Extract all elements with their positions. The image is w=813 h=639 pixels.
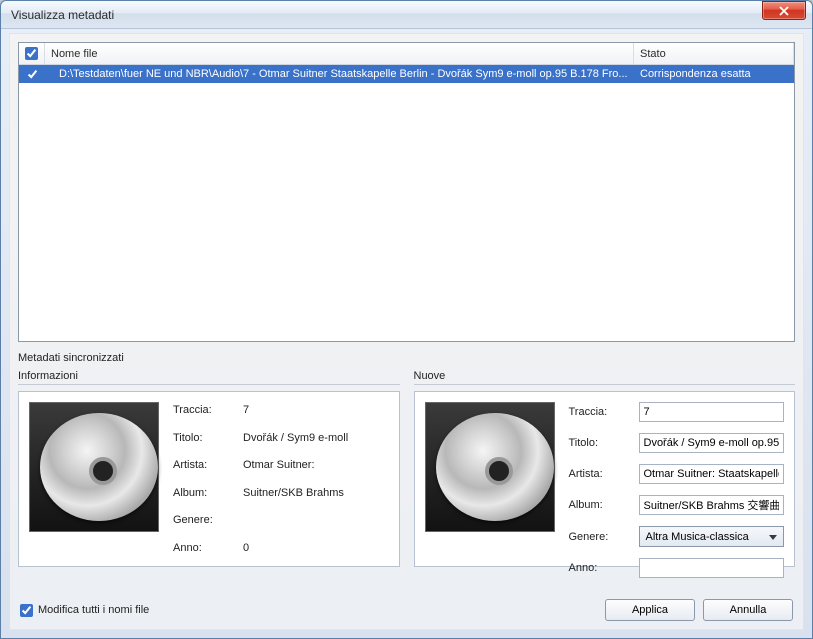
modify-all-checkbox[interactable] bbox=[20, 604, 33, 617]
label-track: Traccia: bbox=[173, 404, 235, 416]
label-title: Titolo: bbox=[569, 437, 631, 449]
label-title: Titolo: bbox=[173, 432, 235, 444]
value-artist: Otmar Suitner: bbox=[243, 459, 389, 471]
window-title: Visualizza metadati bbox=[11, 8, 806, 22]
modify-all-label[interactable]: Modifica tutti i nomi file bbox=[20, 604, 149, 617]
value-track: 7 bbox=[243, 404, 389, 416]
sync-label: Metadati sincronizzati bbox=[18, 352, 795, 364]
header-state[interactable]: Stato bbox=[634, 43, 794, 64]
value-year: 0 bbox=[243, 542, 389, 554]
info-fields: Traccia: 7 Titolo: Dvořák / Sym9 e-moll … bbox=[173, 402, 389, 556]
row-filename: D:\Testdaten\fuer NE und NBR\Audio\7 - O… bbox=[45, 68, 634, 80]
label-artist: Artista: bbox=[173, 459, 235, 471]
label-year: Anno: bbox=[569, 562, 631, 574]
info-panel-body: Traccia: 7 Titolo: Dvořák / Sym9 e-moll … bbox=[18, 391, 400, 567]
input-album[interactable] bbox=[639, 495, 785, 515]
new-panel-body: Traccia: Titolo: Artista: Album: Genere:… bbox=[414, 391, 796, 567]
cancel-button[interactable]: Annulla bbox=[703, 599, 793, 621]
input-track[interactable] bbox=[639, 402, 785, 422]
close-icon bbox=[778, 6, 790, 16]
label-album: Album: bbox=[569, 499, 631, 511]
metadata-panels: Informazioni Traccia: 7 Titolo: Dvořák /… bbox=[18, 370, 795, 567]
close-button[interactable] bbox=[762, 1, 806, 20]
titlebar[interactable]: Visualizza metadati bbox=[1, 1, 812, 29]
row-checkbox[interactable] bbox=[26, 68, 39, 81]
combo-genre[interactable]: Altra Musica-classica bbox=[639, 526, 785, 547]
combo-genre-value: Altra Musica-classica bbox=[646, 531, 749, 543]
footer: Modifica tutti i nomi file Applica Annul… bbox=[20, 599, 793, 621]
info-panel: Informazioni Traccia: 7 Titolo: Dvořák /… bbox=[18, 370, 400, 567]
header-checkbox-cell[interactable] bbox=[19, 43, 45, 64]
new-panel: Nuove Traccia: Titolo: Artista: Album: G… bbox=[414, 370, 796, 567]
file-list[interactable]: Nome file Stato D:\Testdaten\fuer NE und… bbox=[18, 42, 795, 342]
client-area: Nome file Stato D:\Testdaten\fuer NE und… bbox=[9, 33, 804, 630]
value-album: Suitner/SKB Brahms bbox=[243, 487, 389, 499]
value-title: Dvořák / Sym9 e-moll bbox=[243, 432, 389, 444]
dialog-window: Visualizza metadati Nome file Stato bbox=[0, 0, 813, 639]
apply-button[interactable]: Applica bbox=[605, 599, 695, 621]
modify-all-text: Modifica tutti i nomi file bbox=[38, 604, 149, 616]
table-row[interactable]: D:\Testdaten\fuer NE und NBR\Audio\7 - O… bbox=[19, 65, 794, 83]
label-year: Anno: bbox=[173, 542, 235, 554]
input-artist[interactable] bbox=[639, 464, 785, 484]
list-body: D:\Testdaten\fuer NE und NBR\Audio\7 - O… bbox=[19, 65, 794, 341]
input-year[interactable] bbox=[639, 558, 785, 578]
row-state: Corrispondenza esatta bbox=[634, 68, 794, 80]
cd-art-icon bbox=[29, 402, 159, 532]
cd-art-icon bbox=[425, 402, 555, 532]
new-fields: Traccia: Titolo: Artista: Album: Genere:… bbox=[569, 402, 785, 556]
label-artist: Artista: bbox=[569, 468, 631, 480]
input-title[interactable] bbox=[639, 433, 785, 453]
label-genre: Genere: bbox=[173, 514, 235, 526]
header-name[interactable]: Nome file bbox=[45, 43, 634, 64]
header-checkbox[interactable] bbox=[25, 47, 38, 60]
new-panel-title: Nuove bbox=[414, 370, 796, 385]
label-track: Traccia: bbox=[569, 406, 631, 418]
row-checkbox-cell[interactable] bbox=[19, 68, 45, 81]
info-panel-title: Informazioni bbox=[18, 370, 400, 385]
list-header: Nome file Stato bbox=[19, 43, 794, 65]
label-genre: Genere: bbox=[569, 531, 631, 543]
label-album: Album: bbox=[173, 487, 235, 499]
